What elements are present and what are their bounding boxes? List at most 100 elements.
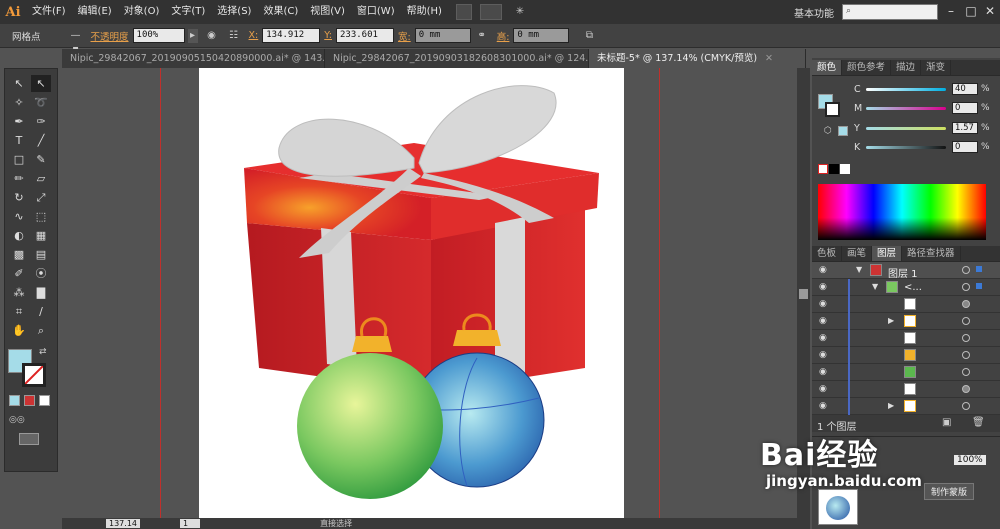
k-input[interactable]: 0 [952,141,978,153]
rotate-tool-icon[interactable]: ↻ [9,189,29,206]
y-input[interactable]: 233.601 [336,28,394,43]
shape-builder-tool-icon[interactable]: ◐ [9,227,29,244]
layer-row[interactable]: ◉ [812,381,1000,398]
expand-arrow-icon[interactable]: ▶ [888,316,894,325]
color-mode-button[interactable] [9,395,20,406]
y-slider[interactable] [866,126,946,130]
delete-layer-icon[interactable]: 🗑 [972,417,985,428]
visibility-eye-icon[interactable]: ◉ [819,299,827,309]
target-icon[interactable] [962,402,970,410]
magic-wand-tool-icon[interactable]: ✧ [9,94,29,111]
opacity-label[interactable]: 不透明度 [91,29,129,43]
layer-row[interactable]: ◉ [812,364,1000,381]
column-graph-tool-icon[interactable]: ▇ [31,284,51,301]
gradient-tool-icon[interactable]: ▤ [31,246,51,263]
height-input[interactable]: 0 mm [513,28,570,43]
workspace-switcher[interactable]: 基本功能 [794,5,834,20]
menu-file[interactable]: 文件(F) [26,0,72,24]
target-icon[interactable] [962,351,970,359]
layer-row[interactable]: ◉ [812,330,1000,347]
tab-layers[interactable]: 图层 [872,246,903,261]
curvature-tool-icon[interactable]: ✑ [31,113,51,130]
expand-arrow-icon[interactable]: ▼ [872,282,878,291]
tab-pathfinder[interactable]: 路径查找器 [902,246,961,261]
layer-row[interactable]: ◉ ▼ <... [812,279,1000,296]
menu-object[interactable]: 对象(O) [118,0,166,24]
out-of-gamut-icon[interactable]: ⬡ [824,126,832,136]
menu-edit[interactable]: 编辑(E) [72,0,118,24]
target-icon[interactable] [962,283,970,291]
tab-swatches[interactable]: 色板 [812,246,843,261]
tab-brushes[interactable]: 画笔 [842,246,873,261]
y-input[interactable]: 1.57 [952,122,978,134]
anchor-convert-icon[interactable]: —▪ [68,29,84,55]
layer-row[interactable]: ◉ ▼ 图层 1 [812,262,1000,280]
warp-tool-icon[interactable]: ∿ [9,208,29,225]
direct-selection-tool-icon[interactable]: ↖ [31,75,51,92]
arrange-docs-button[interactable] [479,4,502,20]
lasso-tool-icon[interactable]: ➰ [31,94,51,111]
target-icon[interactable] [962,317,970,325]
visibility-eye-icon[interactable]: ◉ [819,282,827,292]
menu-type[interactable]: 文字(T) [165,0,211,24]
menu-select[interactable]: 选择(S) [211,0,257,24]
minimize-button[interactable]: – [941,0,961,22]
transform-icon[interactable]: ⧉ [581,29,597,43]
opacity-input[interactable]: 100% [132,28,185,43]
menu-help[interactable]: 帮助(H) [401,0,448,24]
menu-view[interactable]: 视图(V) [304,0,351,24]
hand-tool-icon[interactable]: ✋ [9,322,29,339]
close-button[interactable]: ✕ [980,0,1000,22]
width-input[interactable]: 0 mm [414,28,471,43]
tab-gradient[interactable]: 渐变 [921,60,952,75]
x-input[interactable]: 134.912 [262,28,321,43]
blend-tool-icon[interactable]: ⦿ [31,265,51,282]
visibility-eye-icon[interactable]: ◉ [819,367,827,377]
k-slider[interactable] [866,145,946,149]
layer-name[interactable]: 图层 1 [888,265,918,280]
target-icon[interactable] [962,266,970,274]
none-mode-button[interactable] [39,395,50,406]
transparency-opacity-value[interactable]: 100% [954,455,986,465]
type-tool-icon[interactable]: T [9,132,29,149]
layer-row[interactable]: ◉ ▶ [812,398,1000,415]
pencil-tool-icon[interactable]: ✏ [9,170,29,187]
drawing-mode-icon[interactable]: ◎◎ [9,415,49,427]
screen-mode-icon[interactable] [19,433,39,445]
slice-tool-icon[interactable]: ∕ [31,303,51,320]
gamut-swatch[interactable] [838,126,848,136]
paintbrush-tool-icon[interactable]: ✎ [31,151,51,168]
tab-color[interactable]: 颜色 [812,60,843,75]
black-swatch[interactable] [829,164,839,174]
stroke-swatch[interactable] [22,363,46,387]
gpu-icon[interactable]: ✳ [512,5,528,19]
search-input[interactable]: ⌕ [842,4,938,20]
tab-stroke[interactable]: 描边 [891,60,922,75]
c-input[interactable]: 40 [952,83,978,95]
layer-row[interactable]: ◉ [812,347,1000,364]
group-name[interactable]: <... [904,282,922,293]
free-transform-tool-icon[interactable]: ⬚ [31,208,51,225]
panel-stroke-swatch[interactable] [825,102,840,117]
menu-window[interactable]: 窗口(W) [351,0,401,24]
visibility-eye-icon[interactable]: ◉ [819,265,827,275]
bridge-button[interactable] [455,4,472,20]
mesh-tool-icon[interactable]: ▩ [9,246,29,263]
tab-document-2[interactable]: Nipic_29842067_20190903182608301000.ai* … [325,49,589,68]
target-icon[interactable] [962,334,970,342]
new-layer-icon[interactable]: ▣ [942,417,951,428]
page-field[interactable]: 1 [180,519,201,528]
artboard[interactable] [199,68,624,518]
visibility-eye-icon[interactable]: ◉ [819,401,827,411]
close-tab-icon[interactable]: ✕ [765,53,773,64]
link-icon[interactable]: ⚭ [474,29,490,43]
layer-row[interactable]: ◉ ▶ [812,313,1000,330]
rectangle-tool-icon[interactable]: □ [9,151,29,168]
target-icon[interactable] [962,300,970,308]
pen-tool-icon[interactable]: ✒ [9,113,29,130]
none-color-swatch[interactable] [818,164,828,174]
zoom-tool-icon[interactable]: ⌕ [31,322,51,339]
recolor-icon[interactable]: ◉ [204,29,220,43]
visibility-eye-icon[interactable]: ◉ [819,350,827,360]
c-slider[interactable] [866,87,946,91]
